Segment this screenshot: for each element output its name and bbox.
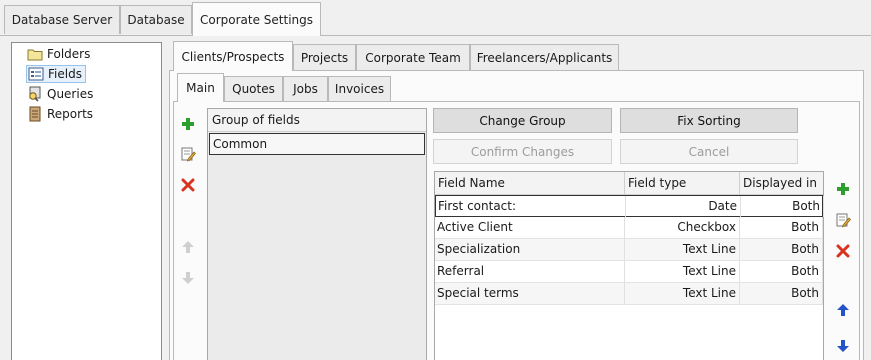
add-group-button[interactable] [179,115,197,133]
tree-item-fields[interactable]: Fields [26,65,86,83]
table-row[interactable]: Special terms Text Line Both [435,283,823,305]
table-row[interactable]: Referral Text Line Both [435,261,823,283]
add-field-button[interactable] [834,180,852,198]
cell-displayed-in: Both [740,261,823,282]
tree-item-label: Queries [47,87,94,101]
tab-label: Freelancers/Applicants [476,51,613,65]
cell-field-name: Referral [435,261,625,282]
fix-sorting-button[interactable]: Fix Sorting [620,108,798,133]
queries-icon [27,86,43,102]
move-field-down-button[interactable] [834,337,852,355]
cell-field-type: Date [626,196,741,217]
column-header-field-name[interactable]: Field Name [435,172,625,195]
confirm-changes-button[interactable]: Confirm Changes [433,139,612,164]
tab-label: Clients/Prospects [181,49,285,64]
edit-group-button[interactable] [179,145,197,163]
cell-displayed-in: Both [740,217,823,238]
arrow-down-icon [182,272,194,284]
groups-list[interactable]: Group of fields Common [207,108,427,360]
tab-database[interactable]: Database [120,5,192,34]
table-row[interactable]: Specialization Text Line Both [435,239,823,261]
move-group-up-button[interactable] [179,238,197,256]
tab-main[interactable]: Main [177,73,224,102]
tab-jobs[interactable]: Jobs [283,76,328,101]
delete-icon [181,178,195,192]
tab-projects[interactable]: Projects [293,44,356,71]
tree-item-label: Folders [47,47,91,61]
cancel-button[interactable]: Cancel [620,139,798,164]
tab-label: Quotes [232,82,275,96]
arrow-up-icon [182,241,194,253]
groups-column-header[interactable]: Group of fields [208,109,426,132]
tree-item-queries[interactable]: Queries [26,85,96,103]
cell-field-type: Text Line [625,239,740,260]
move-group-down-button[interactable] [179,269,197,287]
table-row[interactable]: First contact: Date Both [435,195,824,217]
tab-corporate-team[interactable]: Corporate Team [356,44,470,71]
tab-label: Database Server [11,13,113,27]
delete-field-button[interactable] [834,242,852,260]
arrow-down-icon [837,340,849,352]
fields-icon [28,66,44,82]
add-icon [837,183,849,195]
tab-divider [0,35,871,36]
reports-icon [27,106,43,122]
tab-label: Main [186,81,215,95]
tree-item-reports[interactable]: Reports [26,105,96,123]
arrow-up-icon [837,304,849,316]
tab-clients-prospects[interactable]: Clients/Prospects [173,41,293,71]
tab-freelancers-applicants[interactable]: Freelancers/Applicants [470,44,619,71]
cell-field-name: Special terms [435,283,625,304]
folder-icon [27,46,43,62]
cell-displayed-in: Both [740,283,823,304]
list-item[interactable]: Common [209,133,425,155]
tab-corporate-settings[interactable]: Corporate Settings [192,2,321,36]
edit-icon [181,147,196,162]
cell-displayed-in: Both [741,196,824,217]
move-field-up-button[interactable] [834,301,852,319]
column-header-field-type[interactable]: Field type [625,172,740,195]
tab-label: Corporate Settings [199,12,314,27]
edit-field-button[interactable] [834,211,852,229]
add-icon [182,118,194,130]
tab-label: Invoices [334,82,385,96]
settings-tree[interactable]: Folders Fields Queries Reports [11,42,162,360]
edit-icon [836,213,851,228]
top-tab-bar: Database Server Database Corporate Setti… [0,0,871,36]
delete-group-button[interactable] [179,176,197,194]
cell-field-type: Text Line [625,283,740,304]
tab-label: Database [127,13,185,27]
grid-header: Field Name Field type Displayed in [435,172,823,195]
cell-field-name: Active Client [435,217,625,238]
change-group-button[interactable]: Change Group [433,108,612,133]
cell-displayed-in: Both [740,239,823,260]
tree-item-folders[interactable]: Folders [26,45,93,63]
tab-label: Jobs [293,82,318,96]
tab-label: Corporate Team [365,51,461,65]
tab-database-server[interactable]: Database Server [4,5,120,34]
column-header-displayed-in[interactable]: Displayed in [740,172,823,195]
table-row[interactable]: Active Client Checkbox Both [435,217,823,239]
tree-item-label: Reports [47,107,94,121]
delete-icon [836,244,850,258]
tree-item-label: Fields [48,67,82,81]
cell-field-name: First contact: [436,196,626,217]
fields-grid[interactable]: Field Name Field type Displayed in First… [434,171,824,360]
cell-field-name: Specialization [435,239,625,260]
tab-invoices[interactable]: Invoices [328,76,391,101]
tab-quotes[interactable]: Quotes [224,76,283,101]
cell-field-type: Checkbox [625,217,740,238]
tab-label: Projects [300,51,349,65]
cell-field-type: Text Line [625,261,740,282]
